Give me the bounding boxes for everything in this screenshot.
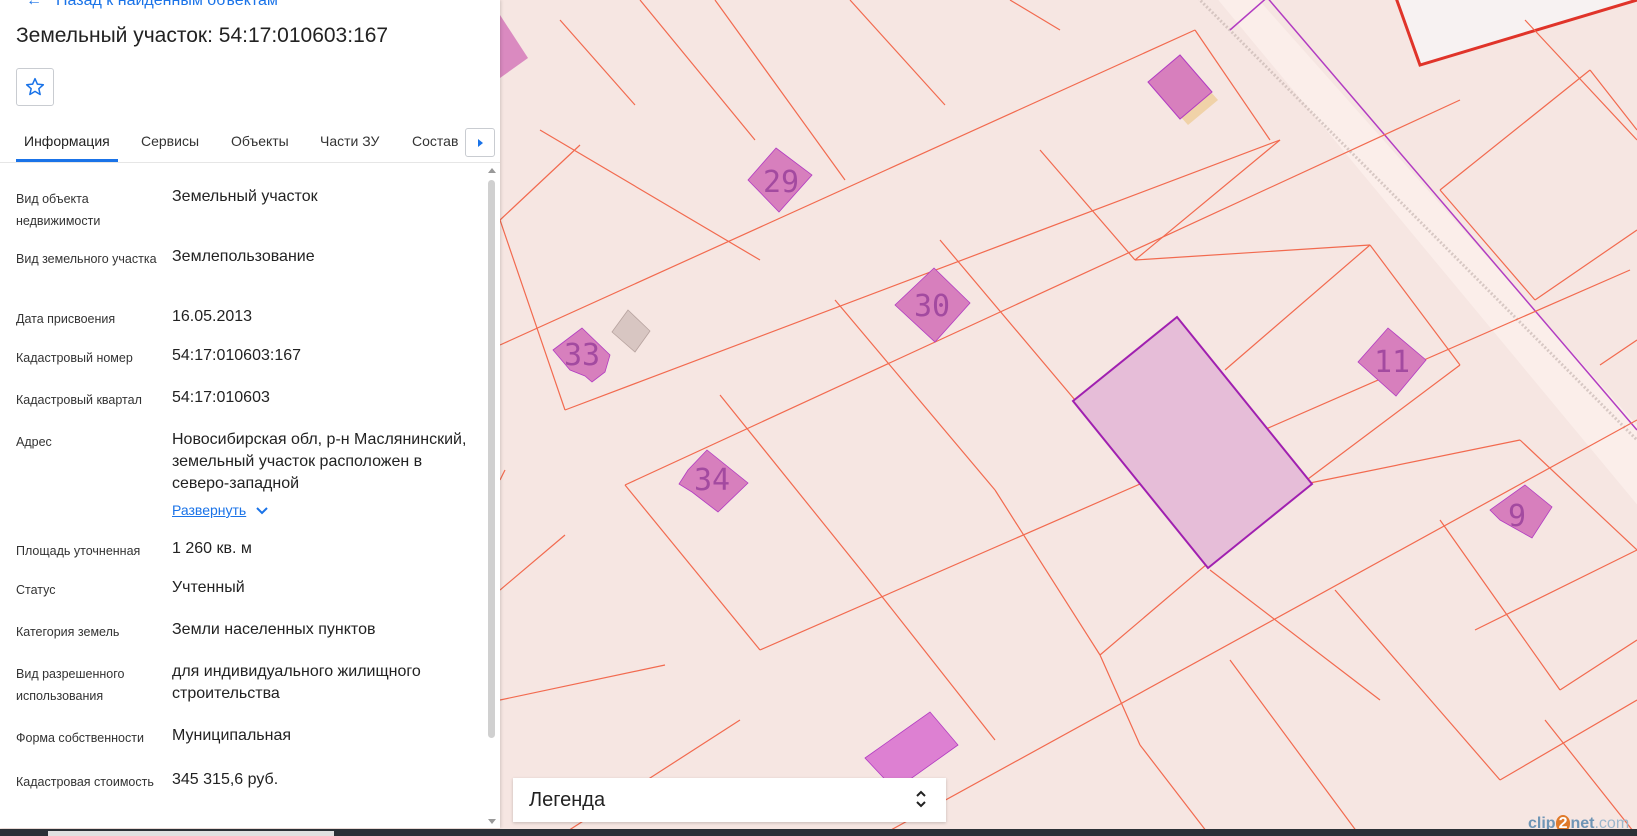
field-label: Категория земель (16, 625, 120, 639)
field-label: Кадастровый номер (16, 351, 133, 365)
field-value: 54:17:010603:167 (172, 347, 302, 364)
field-label: Дата присвоения (16, 312, 116, 326)
page-title: Земельный участок: 54:17:010603:167 (16, 24, 389, 47)
tab-information[interactable]: Информация (24, 133, 110, 149)
expand-address-link[interactable]: Развернуть (172, 502, 268, 518)
caret-right-icon (478, 138, 483, 147)
field-label: Площадь уточненная (16, 544, 141, 558)
field-label: Статус (16, 583, 56, 597)
plot-number-9: 9 (1508, 499, 1526, 534)
expand-collapse-icon[interactable] (914, 787, 928, 816)
tab-composition[interactable]: Состав (412, 133, 458, 149)
legend-panel[interactable]: Легенда (513, 778, 946, 822)
field-value: Муниципальная (172, 727, 292, 744)
field-label: Адрес (16, 435, 52, 449)
field-value: для индивидуального жилищного строительс… (172, 663, 421, 702)
cadastral-map[interactable]: 29 30 33 34 11 9 (500, 0, 1637, 836)
tab-land-parts[interactable]: Части ЗУ (320, 133, 379, 149)
plot-number-34: 34 (694, 463, 730, 498)
field-label: Вид разрешенного использования (16, 667, 125, 703)
field-value: Земли населенных пунктов (172, 621, 376, 638)
field-value: 16.05.2013 (172, 308, 253, 325)
chevron-down-icon (256, 502, 268, 518)
back-to-results-link[interactable]: ← Назад к найденным объектам (26, 0, 278, 10)
field-label: Вид земельного участка (16, 252, 157, 266)
plot-number-33: 33 (564, 338, 600, 373)
map-background (500, 0, 1637, 836)
tab-services[interactable]: Сервисы (141, 133, 199, 149)
field-value: Учтенный (172, 579, 245, 596)
scroll-down-arrow[interactable] (488, 819, 496, 824)
field-value: Земельный участок (172, 188, 318, 205)
tab-bar: Информация Сервисы Объекты Части ЗУ Сост… (0, 128, 500, 163)
tabs-scroll-right-button[interactable] (465, 128, 495, 157)
field-label: Кадастровая стоимость (16, 775, 154, 789)
horizontal-scrollbar-thumb[interactable] (48, 831, 334, 836)
field-value: 345 315,6 руб. (172, 771, 279, 788)
favorite-button[interactable] (16, 68, 54, 106)
info-panel: ← Назад к найденным объектам Земельный уч… (0, 0, 500, 828)
scrollbar-thumb[interactable] (488, 180, 495, 738)
arrow-left-icon: ← (26, 0, 42, 9)
field-value: 54:17:010603 (172, 389, 270, 406)
address-value: Новосибирская обл, р-н Маслянинский, зем… (172, 431, 467, 492)
plot-number-29: 29 (763, 165, 799, 200)
plot-number-11: 11 (1374, 345, 1410, 380)
scroll-up-arrow[interactable] (488, 168, 496, 173)
field-value: Землепользование (172, 248, 315, 265)
field-value: 1 260 кв. м (172, 540, 252, 557)
star-icon (25, 77, 45, 96)
legend-title: Легенда (529, 789, 606, 811)
tab-objects[interactable]: Объекты (231, 133, 289, 149)
active-tab-indicator (16, 159, 118, 162)
plot-number-30: 30 (914, 289, 950, 324)
field-label: Кадастровый квартал (16, 393, 142, 407)
field-label: Вид объекта недвижимости (16, 192, 101, 228)
field-label: Форма собственности (16, 731, 144, 745)
